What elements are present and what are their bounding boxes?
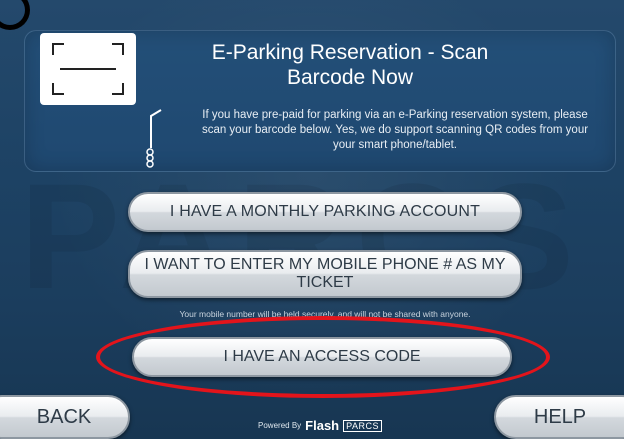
- help-button[interactable]: HELP: [494, 395, 624, 439]
- corner-annotation-mark: [0, 0, 30, 30]
- barcode-scan-icon: [40, 33, 136, 105]
- monthly-account-button[interactable]: I HAVE A MONTHLY PARKING ACCOUNT: [128, 192, 522, 232]
- panel-title: E-Parking Reservation - Scan Barcode Now: [211, 41, 489, 89]
- brand-logo-parcs: PARCS: [343, 419, 382, 432]
- kiosk-screen: PARCS E-Parking Reservation - Scan Barco…: [0, 0, 624, 439]
- powered-by-label: Powered By: [258, 421, 302, 430]
- back-button[interactable]: BACK: [0, 395, 130, 439]
- powered-by-footer: Powered By Flash PARCS: [250, 418, 390, 433]
- panel-description: If you have pre-paid for parking via an …: [201, 109, 589, 151]
- highlight-ring: [96, 316, 550, 398]
- brand-logo-flash: Flash: [305, 418, 340, 433]
- scanner-icon: [146, 109, 162, 168]
- mobile-phone-ticket-button[interactable]: I WANT TO ENTER MY MOBILE PHONE # AS MY …: [128, 250, 522, 298]
